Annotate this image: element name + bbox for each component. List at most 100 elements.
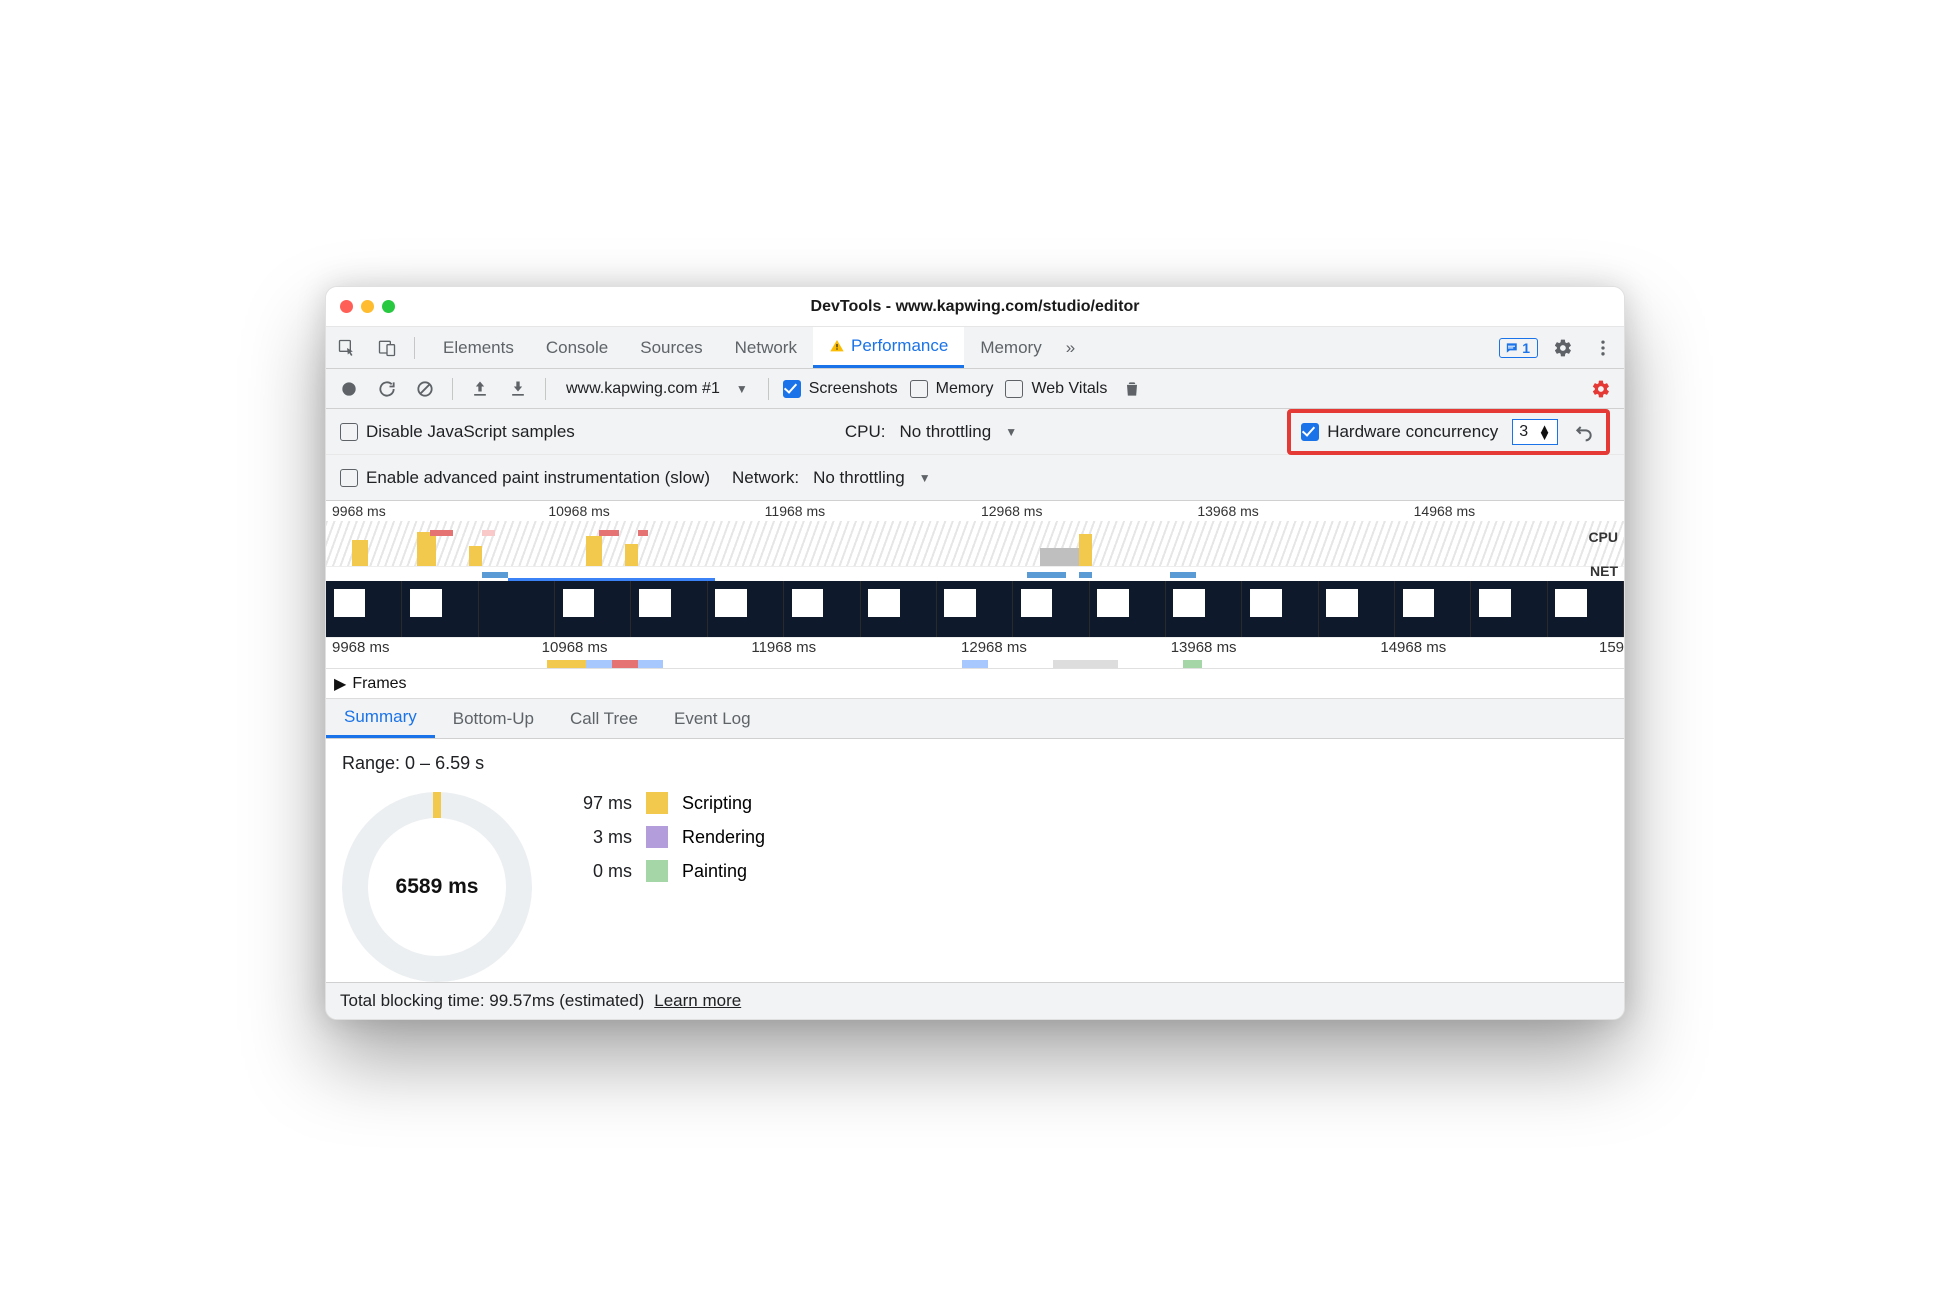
legend-item: 3 msRendering	[572, 826, 765, 848]
message-icon	[1504, 341, 1519, 355]
tab-performance-label: Performance	[851, 336, 948, 356]
hw-value: 3	[1519, 423, 1528, 441]
network-value: No throttling	[813, 468, 905, 488]
save-profile-button[interactable]	[505, 376, 531, 402]
tick: 9968 ms	[326, 503, 542, 521]
chevron-down-icon: ▼	[1005, 425, 1017, 439]
frames-label: Frames	[352, 675, 406, 693]
webvitals-checkbox[interactable]: Web Vitals	[1005, 380, 1107, 398]
details-tabs: Summary Bottom-Up Call Tree Event Log	[326, 699, 1624, 739]
net-label: NET	[1590, 563, 1618, 579]
tabs-overflow[interactable]: »	[1058, 327, 1083, 368]
blocking-time-footer: Total blocking time: 99.57ms (estimated)…	[326, 982, 1624, 1019]
warning-icon	[829, 338, 845, 354]
disable-js-samples-checkbox[interactable]: Disable JavaScript samples	[340, 422, 575, 442]
undo-icon[interactable]	[1572, 417, 1596, 447]
frames-header[interactable]: ▶ Frames	[326, 669, 1624, 699]
tab-performance[interactable]: Performance	[813, 327, 964, 368]
tab-summary[interactable]: Summary	[326, 699, 435, 738]
window-controls	[326, 300, 395, 313]
screenshot-filmstrip[interactable]	[326, 581, 1624, 637]
messages-count: 1	[1522, 340, 1530, 356]
capture-settings-icon[interactable]	[1588, 376, 1614, 402]
tick: 10968 ms	[542, 503, 758, 521]
checkbox-icon	[340, 469, 358, 487]
minimize-icon[interactable]	[361, 300, 374, 313]
separator	[414, 337, 415, 359]
hardware-concurrency-checkbox[interactable]: Hardware concurrency	[1301, 422, 1498, 442]
record-button[interactable]	[336, 376, 362, 402]
tick: 11968 ms	[759, 503, 975, 521]
overview-ticks: 9968 ms 10968 ms 11968 ms 12968 ms 13968…	[326, 501, 1624, 521]
inspect-icon[interactable]	[332, 333, 362, 363]
network-throttle-select[interactable]: Network: No throttling ▼	[732, 468, 931, 488]
tab-network[interactable]: Network	[719, 327, 813, 368]
checkbox-icon	[783, 380, 801, 398]
clear-button[interactable]	[412, 376, 438, 402]
network-label: Network:	[732, 468, 799, 488]
summary-legend: 97 msScripting 3 msRendering 0 msPaintin…	[572, 792, 765, 882]
delete-icon[interactable]	[1119, 376, 1145, 402]
cpu-overview: CPU	[326, 521, 1624, 567]
reload-record-button[interactable]	[374, 376, 400, 402]
gear-icon[interactable]	[1548, 333, 1578, 363]
tab-sources[interactable]: Sources	[624, 327, 718, 368]
titlebar: DevTools - www.kapwing.com/studio/editor	[326, 287, 1624, 327]
performance-toolbar: www.kapwing.com #1 ▼ Screenshots Memory …	[326, 369, 1624, 409]
hardware-concurrency-input[interactable]: 3 ▲▼	[1512, 419, 1558, 445]
network-track[interactable]	[326, 659, 1624, 669]
main-tabs: Elements Console Sources Network Perform…	[427, 327, 1083, 368]
checkbox-icon	[1301, 423, 1319, 441]
summary-panel: Range: 0 – 6.59 s 6589 ms 97 msScripting…	[326, 739, 1624, 982]
memory-checkbox[interactable]: Memory	[910, 380, 994, 398]
screenshots-checkbox[interactable]: Screenshots	[783, 380, 898, 398]
legend-item: 0 msPainting	[572, 860, 765, 882]
target-selector[interactable]: www.kapwing.com #1 ▼	[560, 380, 754, 398]
zoom-icon[interactable]	[382, 300, 395, 313]
console-messages-badge[interactable]: 1	[1499, 338, 1538, 358]
close-icon[interactable]	[340, 300, 353, 313]
timeline-overview[interactable]: 9968 ms 10968 ms 11968 ms 12968 ms 13968…	[326, 501, 1624, 669]
capture-settings-row-1: Disable JavaScript samples CPU: No throt…	[326, 409, 1624, 455]
window-title: DevTools - www.kapwing.com/studio/editor	[326, 298, 1624, 316]
flamechart-ruler: 9968 ms 10968 ms 11968 ms 12968 ms 13968…	[326, 637, 1624, 659]
hardware-concurrency-highlight: Hardware concurrency 3 ▲▼	[1287, 409, 1610, 455]
blocking-time-text: Total blocking time: 99.57ms (estimated)	[340, 991, 644, 1011]
checkbox-icon	[340, 423, 358, 441]
devtools-window: DevTools - www.kapwing.com/studio/editor…	[325, 286, 1625, 1020]
load-profile-button[interactable]	[467, 376, 493, 402]
tick: 13968 ms	[1191, 503, 1407, 521]
checkbox-icon	[910, 380, 928, 398]
cpu-throttle-select[interactable]: CPU: No throttling ▼	[845, 422, 1017, 442]
device-toggle-icon[interactable]	[372, 333, 402, 363]
checkbox-icon	[1005, 380, 1023, 398]
tab-bottom-up[interactable]: Bottom-Up	[435, 699, 552, 738]
summary-donut: 6589 ms	[342, 792, 532, 982]
tab-console[interactable]: Console	[530, 327, 624, 368]
legend-item: 97 msScripting	[572, 792, 765, 814]
net-overview: NET	[326, 567, 1624, 581]
color-swatch	[646, 826, 668, 848]
tick: 14968 ms	[1408, 503, 1624, 521]
donut-total: 6589 ms	[396, 875, 479, 899]
capture-settings-row-2: Enable advanced paint instrumentation (s…	[326, 455, 1624, 501]
color-swatch	[646, 860, 668, 882]
kebab-icon[interactable]	[1588, 333, 1618, 363]
main-tabbar: Elements Console Sources Network Perform…	[326, 327, 1624, 369]
tab-call-tree[interactable]: Call Tree	[552, 699, 656, 738]
cpu-label: CPU:	[845, 422, 886, 442]
chevron-right-icon: ▶	[334, 674, 346, 694]
stepper-icon[interactable]: ▲▼	[1538, 425, 1551, 439]
range-text: Range: 0 – 6.59 s	[342, 753, 1608, 774]
learn-more-link[interactable]: Learn more	[654, 991, 741, 1011]
tab-event-log[interactable]: Event Log	[656, 699, 769, 738]
tab-elements[interactable]: Elements	[427, 327, 530, 368]
tick: 12968 ms	[975, 503, 1191, 521]
color-swatch	[646, 792, 668, 814]
chevron-down-icon: ▼	[919, 471, 931, 485]
target-label: www.kapwing.com #1	[566, 380, 720, 398]
tab-memory[interactable]: Memory	[964, 327, 1057, 368]
paint-instrumentation-checkbox[interactable]: Enable advanced paint instrumentation (s…	[340, 468, 710, 488]
chevron-down-icon: ▼	[736, 382, 748, 396]
cpu-value: No throttling	[900, 422, 992, 442]
